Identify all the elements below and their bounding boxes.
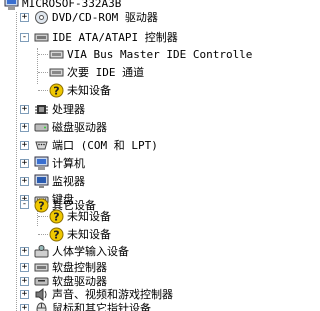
cdrom-drive-icon — [35, 11, 48, 24]
tree-item-label: 端口 (COM 和 LPT) — [52, 139, 158, 152]
ide-channel-icon — [49, 50, 64, 59]
expand-toggle-computer[interactable]: + — [20, 159, 29, 168]
mouse-icon — [36, 302, 47, 311]
expand-toggle-sound[interactable]: + — [20, 290, 29, 299]
tree-item-computer[interactable]: 计算机 — [34, 154, 85, 173]
expand-toggle-floppy-drive[interactable]: + — [20, 277, 29, 286]
svg-text:?: ? — [53, 85, 59, 98]
unknown-device-icon: ? — [49, 209, 64, 224]
tree-item-label: 鼠标和其它指针设备 — [52, 302, 151, 311]
expand-toggle-monitor[interactable]: + — [20, 177, 29, 186]
disk-drive-icon — [34, 123, 49, 132]
port-icon — [35, 141, 48, 150]
ide-channel-icon — [49, 68, 64, 77]
tree-item-label: 磁盘驱动器 — [52, 121, 107, 134]
tree-item-label: 未知设备 — [67, 84, 111, 97]
unknown-device-icon: ? — [49, 227, 64, 242]
tree-item-monitor[interactable]: 监视器 — [34, 172, 85, 191]
tree-item-ports[interactable]: 端口 (COM 和 LPT) — [34, 136, 158, 155]
collapse-toggle-ide[interactable]: - — [20, 33, 29, 42]
tree-item-unknown-ide[interactable]: ? 未知设备 — [49, 81, 111, 100]
expand-toggle-disk[interactable]: + — [20, 123, 29, 132]
tree-item-mouse[interactable]: 鼠标和其它指针设备 — [34, 299, 151, 311]
unknown-device-icon: ? — [49, 83, 64, 98]
expand-toggle-hid[interactable]: + — [20, 247, 29, 256]
tree-item-unknown-device[interactable]: ? 未知设备 — [49, 207, 111, 226]
processor-icon — [35, 105, 48, 114]
device-tree: MICROSOF-332A3B + DVD/CD-ROM 驱动器 - IDE A… — [0, 0, 253, 311]
tree-item-label: 计算机 — [52, 157, 85, 170]
computer-icon — [34, 156, 49, 170]
tree-guide-h — [38, 234, 48, 235]
tree-guide-root — [16, 12, 17, 311]
tree-item-label: 次要 IDE 通道 — [67, 66, 145, 79]
tree-item-disk-drive[interactable]: 磁盘驱动器 — [34, 118, 107, 137]
tree-item-label: 处理器 — [52, 103, 85, 116]
ide-controller-icon — [34, 33, 49, 42]
tree-item-dvd-cdrom[interactable]: DVD/CD-ROM 驱动器 — [34, 8, 158, 27]
tree-item-label: 未知设备 — [67, 210, 111, 223]
tree-item-via-ide[interactable]: VIA Bus Master IDE Controller — [49, 45, 253, 64]
svg-text:?: ? — [38, 200, 44, 213]
svg-text:?: ? — [53, 211, 59, 224]
unknown-device-icon: ? — [34, 198, 49, 213]
tree-guide-h — [38, 90, 48, 91]
tree-item-label: VIA Bus Master IDE Controller — [67, 48, 253, 61]
tree-guide-h — [38, 216, 48, 217]
expand-toggle-mouse[interactable]: + — [20, 304, 29, 311]
tree-item-secondary-ide[interactable]: 次要 IDE 通道 — [49, 63, 144, 82]
expand-toggle-dvd[interactable]: + — [20, 13, 29, 22]
tree-item-label: 监视器 — [52, 175, 85, 188]
tree-item-label: DVD/CD-ROM 驱动器 — [52, 11, 158, 24]
svg-text:?: ? — [53, 229, 59, 242]
tree-guide-h — [38, 72, 48, 73]
tree-item-processor[interactable]: 处理器 — [34, 100, 85, 119]
collapse-toggle-other[interactable]: - — [20, 200, 29, 209]
hid-icon — [34, 245, 49, 258]
expand-toggle-floppy-controller[interactable]: + — [20, 263, 29, 272]
tree-guide-h — [38, 54, 48, 55]
computer-icon — [4, 0, 19, 10]
expand-toggle-processor[interactable]: + — [20, 105, 29, 114]
monitor-icon — [34, 174, 49, 188]
expand-toggle-ports[interactable]: + — [20, 141, 29, 150]
